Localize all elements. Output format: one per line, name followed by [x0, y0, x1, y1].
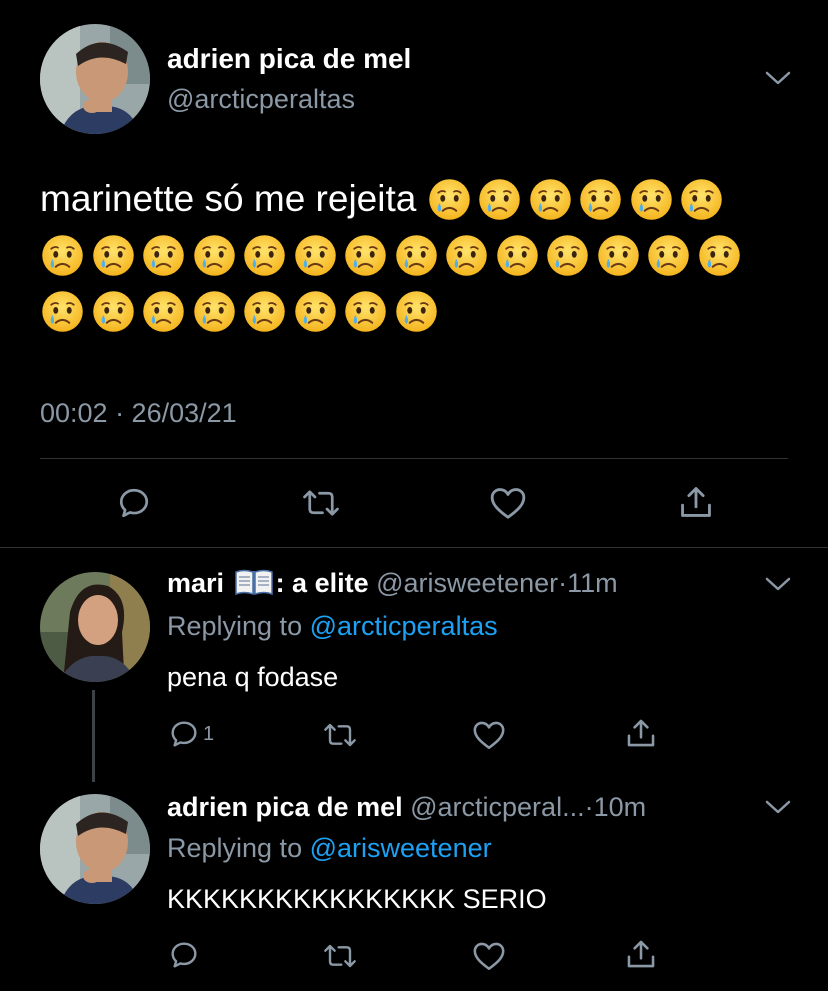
crying-face-emoji [343, 289, 388, 334]
share-button[interactable] [624, 716, 658, 750]
replying-to: Replying to @arisweetener [167, 833, 492, 864]
retweet-button[interactable] [322, 719, 358, 751]
replying-to-link[interactable]: @arcticperaltas [310, 611, 498, 641]
tweet-timestamp[interactable]: 00:02 · 26/03/21 [40, 398, 237, 429]
retweet-icon [324, 944, 356, 968]
crying-face-emoji [596, 233, 641, 278]
replying-to-link[interactable]: @arisweetener [310, 833, 492, 863]
chevron-down-icon[interactable] [764, 799, 792, 815]
share-icon [627, 719, 655, 747]
heart-icon [473, 721, 505, 750]
share-icon [627, 940, 655, 968]
heart-icon [490, 488, 526, 519]
like-button[interactable] [472, 719, 506, 751]
avatar[interactable] [40, 24, 150, 134]
reply-icon [171, 942, 197, 968]
reply-button[interactable] [116, 485, 152, 521]
reply-icon [171, 721, 197, 747]
crying-face-emoji [40, 233, 85, 278]
crying-face-emoji [343, 233, 388, 278]
avatar[interactable] [40, 572, 150, 682]
crying-face-emoji [293, 289, 338, 334]
crying-face-emoji [192, 289, 237, 334]
reply-text: KKKKKKKKKKKKKKKK SERIO [167, 884, 547, 914]
reply-icon [119, 488, 149, 518]
author-name-suffix: : a elite [275, 568, 369, 598]
crying-face-emoji [697, 233, 742, 278]
open-book-emoji [234, 568, 274, 596]
share-icon [681, 487, 711, 517]
crying-face-emoji [394, 233, 439, 278]
like-button[interactable] [489, 485, 527, 521]
crying-face-emoji [444, 233, 489, 278]
reply-button[interactable]: 1 [168, 718, 214, 750]
author-name[interactable]: mari [167, 568, 224, 598]
separator: · [584, 792, 594, 822]
share-button[interactable] [624, 937, 658, 971]
crying-face-emoji [141, 289, 186, 334]
share-button[interactable] [677, 483, 715, 521]
crying-face-emoji [629, 177, 674, 222]
crying-face-emoji [141, 233, 186, 278]
replying-to: Replying to @arcticperaltas [167, 611, 498, 642]
reply-time[interactable]: 10m [594, 792, 647, 822]
retweet-icon [303, 490, 339, 516]
retweet-button[interactable] [301, 485, 341, 521]
author-handle[interactable]: @arcticperaltas [167, 84, 355, 115]
crying-face-emoji [679, 177, 724, 222]
reply-header: adrien pica de mel @arcticperal...·10m [167, 792, 646, 823]
crying-face-emoji [91, 233, 136, 278]
crying-face-emoji [495, 233, 540, 278]
replying-prefix: Replying to [167, 833, 303, 863]
retweet-button[interactable] [322, 940, 358, 972]
crying-face-emoji [528, 177, 573, 222]
crying-face-emoji [242, 233, 287, 278]
crying-face-emoji [293, 233, 338, 278]
divider [0, 547, 828, 548]
tweet-body: marinette só me rejeita [40, 178, 417, 220]
crying-face-emoji [477, 177, 522, 222]
retweet-icon [324, 723, 356, 747]
crying-face-emoji [545, 233, 590, 278]
crying-face-emoji [578, 177, 623, 222]
reply-time[interactable]: 11m [567, 568, 618, 598]
reply-button[interactable] [168, 939, 200, 971]
chevron-down-icon[interactable] [764, 70, 792, 86]
author-name[interactable]: adrien pica de mel [167, 43, 411, 75]
reply-header: mari : a elite @arisweetener·11m [167, 568, 618, 599]
crying-face-emoji [394, 289, 439, 334]
avatar[interactable] [40, 794, 150, 904]
tweet-text: marinette só me rejeita [40, 170, 780, 338]
crying-face-emoji [427, 177, 472, 222]
crying-face-emoji [91, 289, 136, 334]
reply-count: 1 [203, 722, 215, 745]
author-handle[interactable]: @arcticperal... [410, 792, 584, 822]
crying-face-emoji [192, 233, 237, 278]
thread-connector [92, 690, 95, 782]
replying-prefix: Replying to [167, 611, 303, 641]
crying-face-emoji [40, 289, 85, 334]
crying-face-emoji [646, 233, 691, 278]
like-button[interactable] [472, 940, 506, 972]
reply-text: pena q fodase [167, 662, 339, 692]
author-handle[interactable]: @arisweetener [376, 568, 558, 598]
divider [40, 458, 788, 459]
author-name[interactable]: adrien pica de mel [167, 792, 403, 822]
chevron-down-icon[interactable] [764, 576, 792, 592]
separator: · [558, 568, 568, 598]
crying-face-emoji [242, 289, 287, 334]
heart-icon [473, 942, 505, 971]
